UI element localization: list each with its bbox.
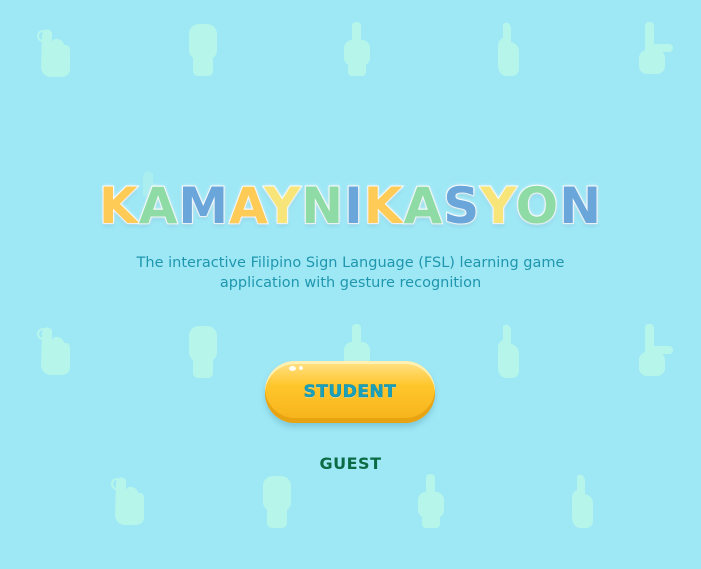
hand-sign-icon bbox=[183, 20, 225, 78]
hand-sign-icon bbox=[338, 20, 380, 78]
title-letter: A bbox=[228, 176, 265, 236]
title-letter: N bbox=[300, 176, 345, 236]
tagline-line-2: application with gesture recognition bbox=[219, 275, 482, 291]
hand-sign-icon bbox=[412, 472, 454, 530]
hand-sign-icon bbox=[563, 472, 605, 530]
guest-button[interactable]: GUEST bbox=[300, 454, 401, 473]
hand-sign-icon bbox=[34, 322, 76, 380]
title-letter: A bbox=[403, 176, 444, 236]
hand-sign-icon bbox=[633, 322, 675, 380]
tagline-line-1: The interactive Filipino Sign Language (… bbox=[136, 255, 565, 271]
hand-sign-icon bbox=[34, 24, 76, 82]
title-letter: Y bbox=[479, 176, 516, 236]
student-button[interactable]: STUDENT bbox=[265, 361, 435, 423]
title-letter: Y bbox=[263, 176, 302, 236]
title-letter: A bbox=[138, 176, 179, 236]
title-letter: I bbox=[343, 176, 364, 236]
title-letter: S bbox=[442, 176, 481, 236]
title-letter: K bbox=[363, 176, 404, 236]
title-letter: N bbox=[558, 176, 603, 236]
button-shine bbox=[299, 366, 303, 370]
hand-sign-icon bbox=[183, 322, 225, 380]
button-shine bbox=[289, 366, 296, 371]
hand-sign-icon bbox=[489, 20, 531, 78]
title-letter: M bbox=[177, 176, 230, 236]
hand-sign-icon bbox=[489, 322, 531, 380]
student-button-label: STUDENT bbox=[303, 382, 397, 403]
title-letter: O bbox=[515, 176, 560, 236]
app-title: KAMAYNIKASYON bbox=[0, 176, 701, 236]
hand-sign-icon bbox=[108, 472, 150, 530]
title-letter: K bbox=[98, 176, 139, 236]
app-tagline: The interactive Filipino Sign Language (… bbox=[100, 253, 601, 293]
hand-sign-icon bbox=[257, 472, 299, 530]
hand-sign-icon bbox=[633, 20, 675, 78]
